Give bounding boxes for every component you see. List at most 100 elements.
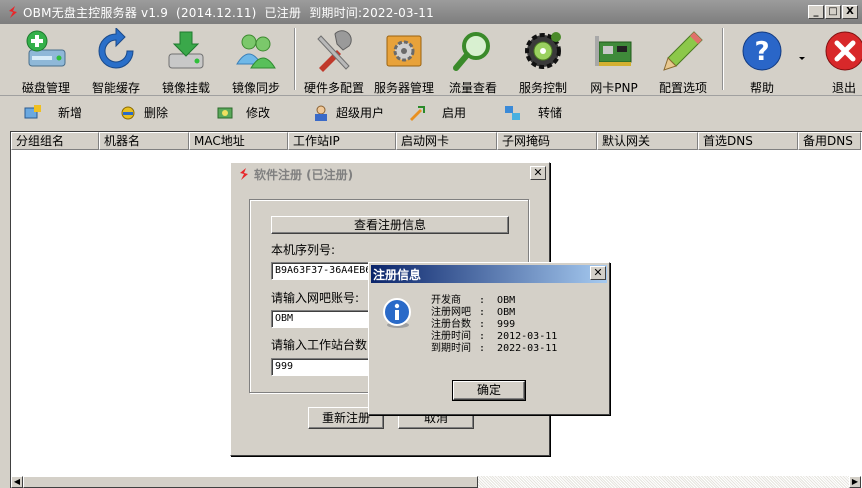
toolbar-smart-cache-button[interactable]: 智能缓存 xyxy=(88,26,144,95)
workstation-count-label: 请输入工作站台数 xyxy=(271,338,368,352)
toolbar-label: 退出 xyxy=(831,81,856,94)
edit-label: 修改 xyxy=(246,106,271,120)
toolbar-server-manage-button[interactable]: 服务器管理 xyxy=(372,26,436,95)
registration-info-text: 开发商: OBM 注册网吧: OBM 注册台数: 999 注册时间: 2012-… xyxy=(431,295,557,355)
info-row: 注册台数: 999 xyxy=(431,319,516,330)
chevron-down-icon xyxy=(799,57,805,60)
toolbar-image-mount-button[interactable]: 镜像挂载 xyxy=(158,26,214,95)
column-header[interactable]: MAC地址 xyxy=(189,132,288,150)
toolbar-config-options-button[interactable]: 配置选项 xyxy=(656,26,710,95)
magnifier-icon xyxy=(453,32,490,71)
close-window-button[interactable]: X xyxy=(842,5,858,19)
scroll-track[interactable] xyxy=(478,476,849,488)
list-header: 分组组名 机器名 MAC地址 工作站IP 启动网卡 子网掩码 默认网关 首选DN… xyxy=(11,132,861,150)
column-header[interactable]: 机器名 xyxy=(99,132,189,150)
toolbar-service-control-button[interactable]: 服务控制 xyxy=(516,26,570,95)
toolbar-traffic-view-button[interactable]: 流量查看 xyxy=(446,26,500,95)
column-header[interactable]: 默认网关 xyxy=(597,132,698,150)
transfer-button[interactable]: 转储 xyxy=(504,104,562,121)
view-registration-info-button[interactable]: 查看注册信息 xyxy=(271,216,509,234)
toolbar-label: 流量查看 xyxy=(448,81,497,95)
enable-icon xyxy=(410,105,425,121)
add-label: 新增 xyxy=(58,106,83,120)
close-icon[interactable]: ✕ xyxy=(530,166,546,180)
horizontal-scrollbar[interactable]: ◀ ▶ xyxy=(11,476,861,488)
dialog-title-bar: 软件注册 (已注册) ✕ xyxy=(233,165,547,183)
toolbar-image-sync-button[interactable]: 镜像同步 xyxy=(228,26,284,95)
disk-add-icon xyxy=(26,30,66,67)
column-header[interactable]: 子网掩码 xyxy=(497,132,597,150)
refresh-icon xyxy=(98,26,134,69)
serial-label: 本机序列号: xyxy=(271,243,336,257)
column-header[interactable]: 工作站IP xyxy=(288,132,396,150)
delete-label: 删除 xyxy=(144,106,169,120)
info-row: 开发商: OBM xyxy=(431,295,516,306)
secondary-toolbar: 新增 删除 修改 超级用户 启用 转储 xyxy=(0,96,862,128)
users-icon xyxy=(236,34,276,69)
toolbar-separator xyxy=(294,28,296,90)
registration-info-dialog: 注册信息 ✕ 开发商: OBM 注册网吧: OBM 注册台数: 999 注册时间… xyxy=(368,262,610,415)
toolbar-label: 帮助 xyxy=(749,81,774,95)
info-row: 注册网吧: OBM xyxy=(431,307,516,318)
enable-button[interactable]: 启用 xyxy=(408,104,466,121)
toolbar-nic-pnp-button[interactable]: 网卡PNP xyxy=(588,26,640,95)
ok-button[interactable]: 确定 xyxy=(452,380,526,401)
edit-icon xyxy=(217,107,233,118)
account-label: 请输入网吧账号: xyxy=(271,291,360,305)
scroll-left-button[interactable]: ◀ xyxy=(11,476,23,488)
edit-button[interactable]: 修改 xyxy=(216,104,270,121)
enable-label: 启用 xyxy=(442,106,467,120)
disk-download-icon xyxy=(168,31,204,69)
network-card-icon xyxy=(595,36,632,66)
main-toolbar: 磁盘管理 智能缓存 镜像挂载 镜像同步 硬件多配置 服务器管理 流量查看 服务控… xyxy=(0,24,862,96)
delete-button[interactable]: 删除 xyxy=(120,104,168,121)
info-row: 到期时间: 2022-03-11 xyxy=(431,343,558,354)
column-header[interactable]: 分组组名 xyxy=(11,132,99,150)
toolbar-label: 配置选项 xyxy=(658,81,707,95)
toolbar-label: 镜像挂载 xyxy=(161,81,210,95)
maximize-button[interactable]: □ xyxy=(825,5,841,19)
toolbar-label: 网卡PNP xyxy=(590,81,638,95)
super-user-label: 超级用户 xyxy=(336,106,385,120)
toolbar-label: 镜像同步 xyxy=(231,81,280,95)
dialog-title: 软件注册 (已注册) xyxy=(254,167,354,182)
toolbar-label: 智能缓存 xyxy=(91,81,140,95)
tools-icon xyxy=(317,30,352,72)
toolbar-label: 磁盘管理 xyxy=(21,81,70,95)
transfer-icon xyxy=(505,105,520,120)
toolbar-label: 服务控制 xyxy=(518,81,567,95)
user-icon xyxy=(315,105,327,121)
close-icon[interactable]: ✕ xyxy=(590,266,606,280)
add-button[interactable]: 新增 xyxy=(24,104,82,121)
column-header[interactable]: 备用DNS xyxy=(798,132,861,150)
exit-icon xyxy=(825,31,862,71)
svg-text:?: ? xyxy=(754,37,769,67)
scroll-right-button[interactable]: ▶ xyxy=(849,476,861,488)
scroll-thumb[interactable] xyxy=(23,476,478,488)
service-gear-icon xyxy=(525,32,561,69)
column-header[interactable]: 首选DNS xyxy=(698,132,798,150)
title-bar: OBM无盘主控服务器 v1.9 (2014.12.11) 已注册 到期时间:20… xyxy=(0,0,862,24)
toolbar-label: 硬件多配置 xyxy=(303,81,364,95)
toolbar-separator xyxy=(722,28,724,90)
toolbar-label: 服务器管理 xyxy=(373,81,434,95)
toolbar-disk-manage-button[interactable]: 磁盘管理 xyxy=(14,26,78,95)
super-user-button[interactable]: 超级用户 xyxy=(312,104,384,121)
toolbar-exit-button[interactable]: 退出 xyxy=(818,26,862,94)
help-dropdown-arrow[interactable] xyxy=(796,52,808,64)
app-logo-icon xyxy=(240,168,248,180)
dialog-title: 注册信息 xyxy=(373,267,422,282)
minimize-button[interactable]: _ xyxy=(808,5,824,19)
transfer-label: 转储 xyxy=(538,106,563,120)
toolbar-hardware-config-button[interactable]: 硬件多配置 xyxy=(302,26,366,95)
add-icon xyxy=(24,104,41,118)
delete-icon xyxy=(121,106,135,119)
column-header[interactable]: 启动网卡 xyxy=(396,132,497,150)
pencil-icon xyxy=(663,31,703,71)
info-row: 注册时间: 2012-03-11 xyxy=(431,331,558,342)
server-gear-icon xyxy=(386,35,422,67)
help-icon: ? xyxy=(742,31,782,71)
toolbar-help-button[interactable]: ? 帮助 xyxy=(734,26,790,95)
window-title: OBM无盘主控服务器 v1.9 (2014.12.11) 已注册 到期时间:20… xyxy=(23,5,434,20)
app-logo-icon xyxy=(9,6,17,18)
